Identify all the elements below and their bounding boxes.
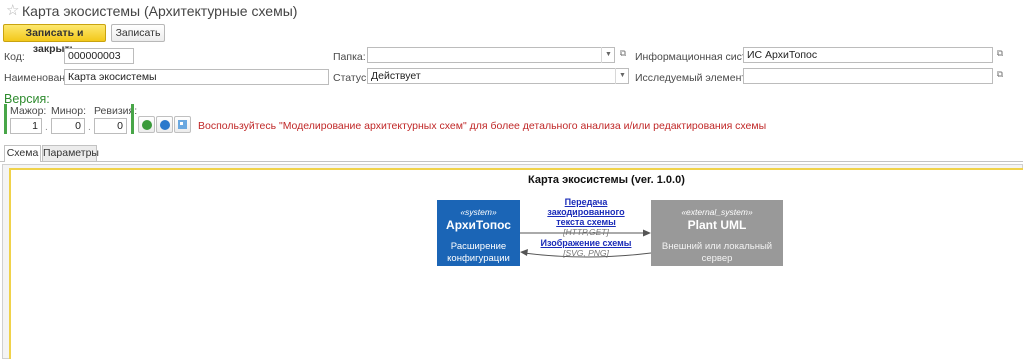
system-box[interactable]: «system» АрхиТопос Расширение конфигурац… <box>437 200 520 266</box>
tab-parameters[interactable]: Параметры <box>42 145 99 161</box>
revision-field[interactable]: 0 <box>94 118 127 134</box>
request-tech: [HTTP,GET] <box>563 227 609 237</box>
edit-blue-icon <box>160 120 170 130</box>
status-label: Статус: <box>333 72 370 84</box>
save-button[interactable]: Записать <box>111 24 165 42</box>
system-stereotype: «system» <box>460 207 497 217</box>
request-label-line2: закодированного <box>547 207 625 217</box>
system-name: АрхиТопос <box>446 218 511 232</box>
version-separator: . <box>88 122 91 133</box>
system-desc-1: Расширение <box>450 241 507 252</box>
edit-diagram-button[interactable] <box>138 116 155 133</box>
response-label-line1: Изображение схемы <box>540 238 632 248</box>
minor-label: Минор: <box>51 105 87 117</box>
window-title: Карта экосистемы (Архитектурные схемы) <box>22 3 298 19</box>
request-label-line3: текста схемы <box>556 217 616 227</box>
save-and-close-button[interactable]: Записать и закрыть <box>3 24 106 55</box>
status-select[interactable]: Действует <box>367 68 629 84</box>
response-tech: [SVG, PNG] <box>563 248 609 258</box>
external-desc-1: Внешний или локальный <box>661 241 773 252</box>
chevron-down-icon: ▼ <box>601 47 615 63</box>
element-open-icon[interactable]: ⧉ <box>994 67 1006 83</box>
response-relation-label[interactable]: Изображение схемы [SVG, PNG] <box>527 238 645 258</box>
folder-open-icon[interactable]: ⧉ <box>617 46 629 62</box>
major-field[interactable]: 1 <box>10 118 42 134</box>
folder-field[interactable] <box>367 47 615 63</box>
diagram-title: Карта экосистемы (ver. 1.0.0) <box>528 174 685 186</box>
external-system-box[interactable]: «external_system» Plant UML Внешний или … <box>651 200 783 266</box>
version-group-bar <box>4 104 7 134</box>
chevron-down-icon: ▼ <box>615 68 629 84</box>
external-stereotype: «external_system» <box>681 207 753 217</box>
favorite-star-icon[interactable]: ☆ <box>6 3 19 18</box>
modeling-hint: Воспользуйтесь "Моделирование архитектур… <box>198 120 767 132</box>
open-image-button[interactable] <box>174 116 191 133</box>
status-dropdown-button[interactable]: ▼ <box>615 68 629 84</box>
request-relation-label[interactable]: Передача закодированного текста схемы [H… <box>527 197 645 237</box>
external-desc-2: сервер <box>701 253 733 264</box>
folder-dropdown-button[interactable]: ▼ <box>601 47 615 63</box>
tabs-baseline <box>0 161 1023 162</box>
system-desc-2: конфигурации <box>447 253 510 264</box>
edit-blue-button[interactable] <box>156 116 173 133</box>
code-label: Код: <box>4 51 25 63</box>
element-field[interactable] <box>743 68 993 84</box>
name-field[interactable]: Карта экосистемы <box>64 69 329 85</box>
version-separator: . <box>45 122 48 133</box>
request-label-line1: Передача <box>564 197 608 207</box>
image-icon <box>178 120 187 129</box>
infosys-field[interactable]: ИС АрхиТопос <box>743 47 993 63</box>
code-field[interactable]: 000000003 <box>64 48 134 64</box>
tab-scheme[interactable]: Схема <box>4 145 41 162</box>
edit-green-icon <box>142 120 152 130</box>
infosys-open-icon[interactable]: ⧉ <box>994 46 1006 62</box>
folder-label: Папка: <box>333 51 366 63</box>
version-group-bar <box>131 104 134 134</box>
major-label: Мажор: <box>10 105 47 117</box>
external-name: Plant UML <box>687 218 747 232</box>
minor-field[interactable]: 0 <box>51 118 85 134</box>
